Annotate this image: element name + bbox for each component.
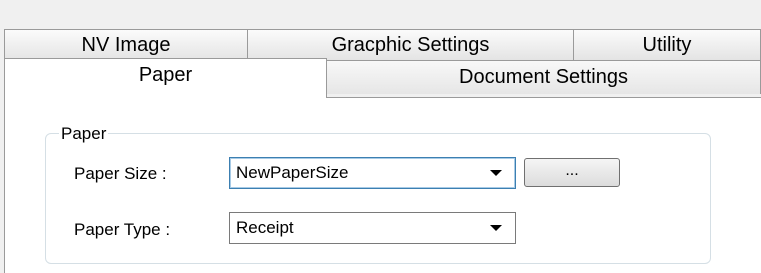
tab-nv-image-label: NV Image — [81, 34, 171, 56]
tab-graphic-settings-label: Gracphic Settings — [331, 34, 490, 56]
paper-type-dropdown-arrow-icon[interactable] — [490, 225, 502, 231]
paper-size-select[interactable]: NewPaperSize — [229, 157, 516, 189]
paper-type-select[interactable]: Receipt — [229, 212, 516, 244]
paper-size-dropdown-arrow-icon[interactable] — [490, 170, 502, 176]
paper-group-legend: Paper — [59, 124, 109, 144]
tab-paper[interactable]: Paper — [4, 58, 327, 98]
tab-paper-label: Paper — [138, 64, 193, 86]
paper-size-label: Paper Size : — [74, 164, 167, 183]
paper-type-value: Receipt — [236, 218, 294, 237]
paper-size-value: NewPaperSize — [236, 163, 349, 182]
tab-utility[interactable]: Utility — [573, 29, 761, 60]
tab-utility-label: Utility — [642, 34, 692, 56]
paper-type-label: Paper Type : — [74, 220, 171, 239]
tab-nv-image[interactable]: NV Image — [4, 29, 248, 60]
tab-document-settings-label: Document Settings — [459, 66, 628, 88]
tab-document-settings[interactable]: Document Settings — [326, 60, 761, 94]
browse-button-label: ... — [565, 162, 579, 179]
paper-size-browse-button[interactable]: ... — [524, 158, 620, 187]
tab-graphic-settings[interactable]: Gracphic Settings — [247, 29, 574, 60]
paper-groupbox — [45, 133, 711, 264]
